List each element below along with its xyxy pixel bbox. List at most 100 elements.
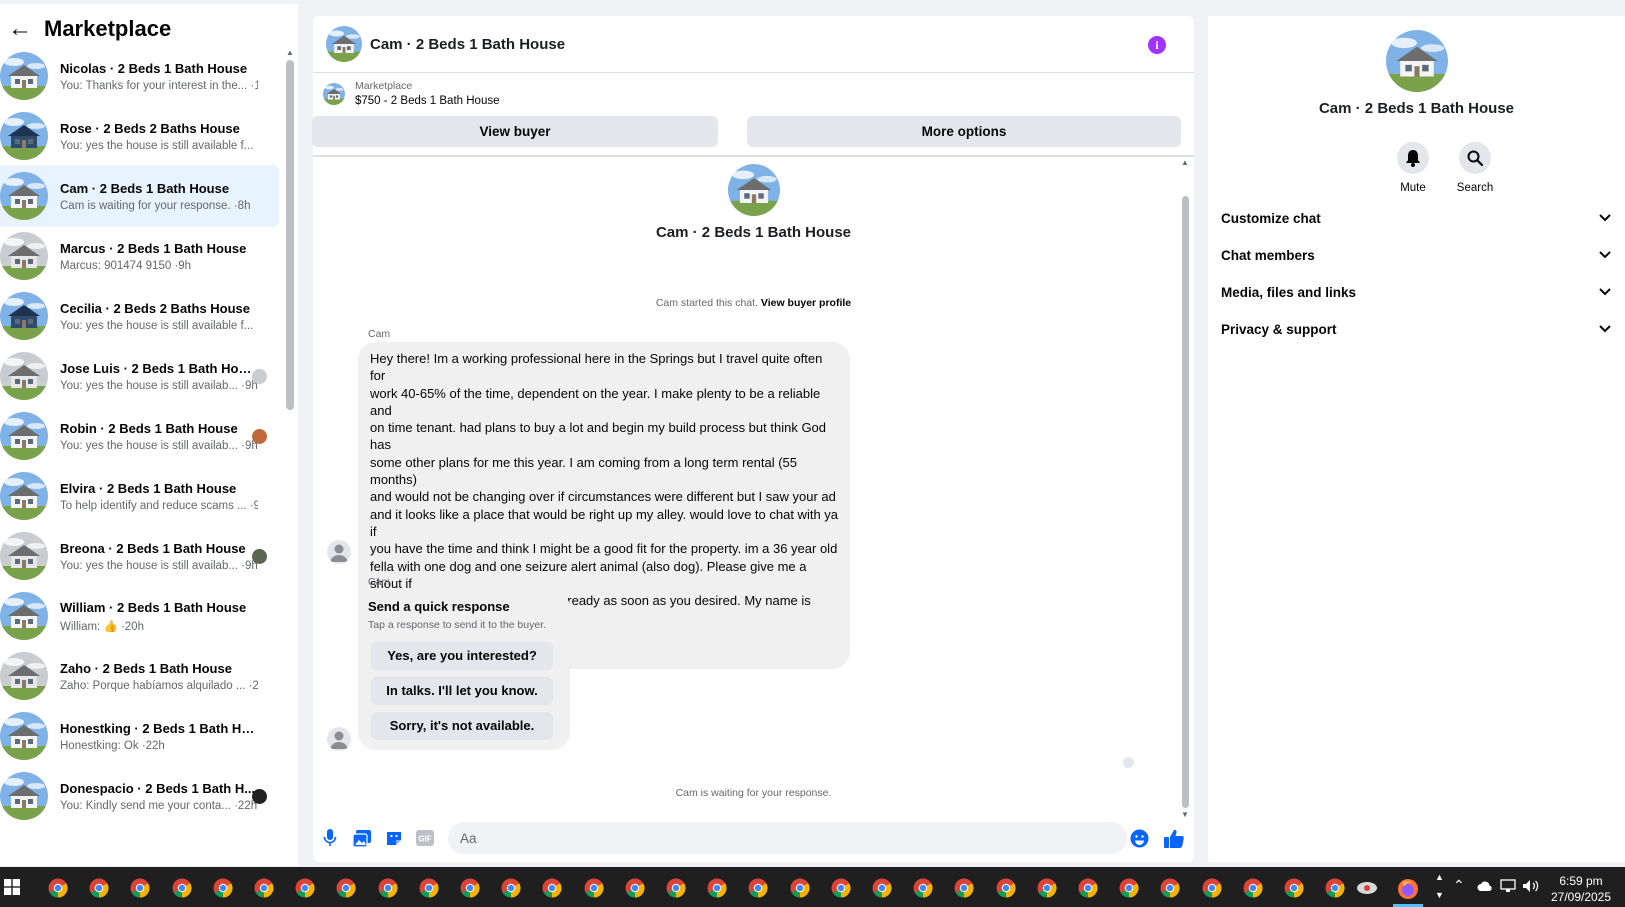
cloud-icon[interactable]	[1477, 879, 1493, 898]
chrome-icon[interactable]	[954, 878, 974, 898]
conversation-title: William · 2 Beds 1 Bath House	[60, 599, 247, 615]
message-input[interactable]	[448, 822, 1127, 854]
conversation-snippet: You: yes the house is still availab... ·…	[60, 439, 258, 452]
details-avatar[interactable]	[1385, 30, 1448, 92]
chrome-icon[interactable]	[48, 878, 68, 898]
chrome-icon[interactable]	[872, 878, 892, 898]
more-options-button[interactable]: More options	[747, 116, 1181, 147]
quick-response-in-talks-button[interactable]: In talks. I'll let you know.	[371, 676, 553, 705]
chrome-icon[interactable]	[501, 878, 521, 898]
chrome-icon[interactable]	[419, 878, 439, 898]
microphone-icon[interactable]	[320, 828, 340, 848]
conversation-item[interactable]: Robin · 2 Beds 1 Bath House You: yes the …	[0, 405, 279, 467]
volume-icon[interactable]	[1522, 879, 1540, 898]
details-section-row[interactable]: Customize chat	[1221, 203, 1611, 233]
seen-by-avatar	[252, 789, 267, 804]
like-icon[interactable]	[1164, 828, 1184, 848]
conversation-item[interactable]: Nicolas · 2 Beds 1 Bath House You: Thanks…	[0, 45, 279, 107]
app-icon-remote[interactable]	[1356, 878, 1377, 898]
conversation-item[interactable]: Donespacio · 2 Beds 1 Bath H... You: Kind…	[0, 765, 279, 827]
chrome-icon[interactable]	[130, 878, 150, 898]
intro-avatar[interactable]	[727, 164, 780, 216]
chrome-icon[interactable]	[1243, 878, 1263, 898]
chrome-icon[interactable]	[996, 878, 1016, 898]
clock-date: 27/09/2025	[1550, 890, 1612, 904]
conversation-item[interactable]: Cam · 2 Beds 1 Bath House Cam is waiting …	[0, 165, 279, 227]
chrome-icon[interactable]	[1160, 878, 1180, 898]
message-line: fella with one dog and one seizure alert…	[370, 558, 807, 591]
details-section-row[interactable]: Privacy & support	[1221, 314, 1611, 344]
info-icon[interactable]: i	[1148, 36, 1166, 54]
chat-scrollbar[interactable]	[1182, 196, 1189, 808]
gif-icon[interactable]: GIF	[415, 828, 435, 848]
emoji-icon[interactable]	[1129, 828, 1149, 848]
details-section-row[interactable]: Media, files and links	[1221, 277, 1611, 307]
sidebar-scrollbar[interactable]	[286, 60, 294, 410]
chrome-icon[interactable]	[1119, 878, 1139, 898]
sidebar-title: Marketplace	[44, 16, 172, 41]
conversation-item[interactable]: Breona · 2 Beds 1 Bath House You: yes the…	[0, 525, 279, 587]
conversation-item[interactable]: Jose Luis · 2 Beds 1 Bath House You: yes …	[0, 345, 279, 407]
chrome-icon[interactable]	[295, 878, 315, 898]
message-sender-name: Cam	[368, 328, 391, 340]
chrome-icon[interactable]	[913, 878, 933, 898]
message-line: and it looks like a place that would be …	[370, 506, 839, 539]
chrome-icon[interactable]	[89, 878, 109, 898]
sender-avatar[interactable]	[327, 540, 351, 564]
conversation-item[interactable]: Marcus · 2 Beds 1 Bath House Marcus: 9014…	[0, 225, 279, 287]
mute-button[interactable]: Mute	[1383, 142, 1443, 194]
chrome-icon[interactable]	[213, 878, 233, 898]
system-clock[interactable]: 6:59 pm 27/09/2025	[1543, 873, 1619, 905]
chrome-icon[interactable]	[254, 878, 274, 898]
chrome-icon[interactable]	[378, 878, 398, 898]
chrome-icon[interactable]	[1325, 878, 1345, 898]
conversation-avatar	[0, 592, 48, 640]
chrome-icon[interactable]	[666, 878, 686, 898]
chrome-icon[interactable]	[1284, 878, 1304, 898]
sticker-icon[interactable]	[384, 828, 404, 848]
conversation-item[interactable]: William · 2 Beds 1 Bath House William: 👍 …	[0, 585, 279, 647]
chrome-icon[interactable]	[460, 878, 480, 898]
scroll-up-arrow-icon[interactable]: ▲	[286, 48, 294, 57]
firefox-icon[interactable]	[1397, 878, 1418, 899]
view-buyer-profile-link[interactable]: View buyer profile	[761, 297, 851, 309]
conversation-item[interactable]: Cecilia · 2 Beds 2 Baths House You: yes t…	[0, 285, 279, 347]
taskbar-overflow-scroll[interactable]: ▲ ▼	[1435, 872, 1445, 902]
conversation-item[interactable]: Rose · 2 Beds 2 Baths House You: yes the …	[0, 105, 279, 167]
chrome-icon[interactable]	[790, 878, 810, 898]
chrome-icon[interactable]	[707, 878, 727, 898]
chrome-icon[interactable]	[336, 878, 356, 898]
quick-response-not-available-button[interactable]: Sorry, it's not available.	[371, 711, 553, 740]
chrome-icon[interactable]	[625, 878, 645, 898]
conversation-snippet: Zaho: Porque habíamos alquilado ... ·21h	[60, 679, 258, 692]
chat-title[interactable]: Cam · 2 Beds 1 Bath House	[370, 36, 565, 53]
view-buyer-button[interactable]: View buyer	[312, 116, 718, 147]
back-arrow-icon[interactable]: ←	[8, 15, 34, 43]
photo-icon[interactable]	[352, 828, 372, 848]
quick-response-yes-button[interactable]: Yes, are you interested?	[371, 641, 553, 670]
chrome-icon[interactable]	[831, 878, 851, 898]
details-section-row[interactable]: Chat members	[1221, 240, 1611, 270]
chrome-icon[interactable]	[542, 878, 562, 898]
search-button[interactable]: Search	[1445, 142, 1505, 194]
conversation-item[interactable]: Elvira · 2 Beds 1 Bath House To help iden…	[0, 465, 279, 527]
conversation-item[interactable]: Zaho · 2 Beds 1 Bath House Zaho: Porque h…	[0, 645, 279, 707]
network-icon[interactable]	[1500, 879, 1516, 898]
chrome-icon[interactable]	[584, 878, 604, 898]
chrome-icon[interactable]	[748, 878, 768, 898]
quick-response-card: Send a quick response Tap a response to …	[358, 590, 570, 750]
chrome-icon[interactable]	[1037, 878, 1057, 898]
listing-summary[interactable]: Marketplace $750 - 2 Beds 1 Bath House	[323, 80, 500, 107]
conversation-item[interactable]: Honestking · 2 Beds 1 Bath House Honestki…	[0, 705, 279, 767]
chrome-icon[interactable]	[172, 878, 192, 898]
chrome-icon[interactable]	[1078, 878, 1098, 898]
tray-chevron-icon[interactable]: ⌃	[1453, 877, 1465, 894]
conversation-title: Elvira · 2 Beds 1 Bath House	[60, 480, 237, 496]
windows-start-icon[interactable]	[4, 879, 20, 900]
chat-scroll-up-icon[interactable]: ▲	[1181, 158, 1189, 167]
sender-avatar-2[interactable]	[327, 727, 351, 751]
chrome-icon[interactable]	[1202, 878, 1222, 898]
chat-scroll-down-icon[interactable]: ▼	[1181, 810, 1189, 819]
chat-avatar[interactable]	[326, 26, 362, 62]
details-section-label: Media, files and links	[1221, 284, 1357, 300]
